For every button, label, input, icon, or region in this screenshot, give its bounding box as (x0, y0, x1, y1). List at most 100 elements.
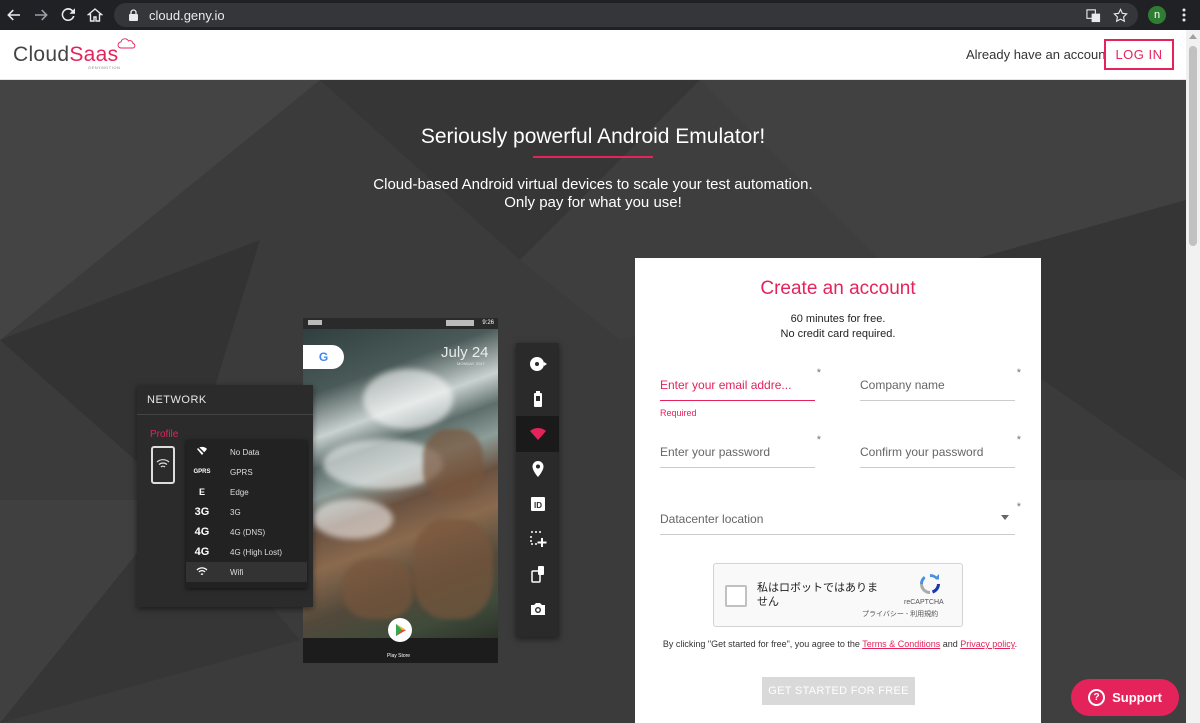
login-button[interactable]: LOG IN (1104, 39, 1174, 70)
required-star: * (816, 367, 821, 379)
address-bar[interactable]: cloud.geny.io (114, 3, 1138, 27)
multitouch-icon[interactable] (516, 521, 559, 557)
phone-outline-icon (151, 446, 175, 484)
network-item-wifi[interactable]: Wifi (186, 562, 307, 582)
privacy-link[interactable]: Privacy policy (960, 639, 1014, 649)
hero-section: Seriously powerful Android Emulator! Clo… (0, 80, 1186, 723)
network-profile-label: Profile (150, 429, 179, 440)
datacenter-select[interactable]: * (660, 501, 1021, 535)
email-field: * (660, 367, 821, 401)
get-started-button[interactable]: GET STARTED FOR FREE (762, 677, 915, 705)
play-store-icon (388, 618, 412, 642)
company-input[interactable] (860, 375, 1015, 395)
email-input[interactable] (660, 375, 815, 395)
network-item-label: Edge (230, 487, 249, 497)
home-icon[interactable] (82, 2, 108, 28)
signup-subtitle-line1: 60 minutes for free. (790, 313, 886, 325)
terms-and: and (940, 639, 961, 649)
scroll-thumb[interactable] (1189, 46, 1197, 246)
password-input[interactable] (660, 442, 815, 462)
hero-subtitle-line1: Cloud-based Android virtual devices to s… (373, 176, 813, 193)
network-item-code: 4G (194, 546, 210, 558)
network-item-label: 3G (230, 507, 241, 517)
network-panel: NETWORK Profile No Data GPRS GPRS E Edge… (137, 385, 313, 607)
network-item-code: 4G (194, 526, 210, 538)
required-star: * (816, 434, 821, 446)
logo-saas-text: Saas (69, 43, 119, 66)
translate-icon[interactable] (1086, 8, 1101, 23)
logo-subtitle: GENYMOTION (88, 65, 121, 70)
forward-icon[interactable] (28, 2, 54, 28)
status-right-icons (446, 320, 474, 326)
scroll-up-icon[interactable] (1189, 34, 1197, 39)
network-item-3g[interactable]: 3G 3G (186, 502, 307, 522)
network-item-edge[interactable]: E Edge (186, 482, 307, 502)
email-required-message: Required (660, 408, 697, 418)
network-item-no-data[interactable]: No Data (186, 442, 307, 462)
camera-icon[interactable] (516, 591, 559, 627)
datacenter-input[interactable] (660, 509, 1015, 529)
help-icon: ? (1088, 689, 1106, 706)
site-header: CloudSaas GENYMOTION Already have an acc… (0, 30, 1186, 80)
wifi-icon (156, 459, 170, 468)
network-panel-title: NETWORK (147, 394, 207, 406)
star-icon[interactable] (1113, 7, 1128, 23)
rotate-device-icon[interactable] (516, 556, 559, 592)
recaptcha-checkbox[interactable] (725, 585, 747, 607)
network-item-gprs[interactable]: GPRS GPRS (186, 462, 307, 482)
phone-mockup: 9:26 G July 24 MONDAY, 2017 Play Store (303, 318, 498, 663)
gps-location-icon[interactable] (516, 451, 559, 487)
phone-status-bar: 9:26 (303, 318, 498, 329)
browser-toolbar: cloud.geny.io n (0, 0, 1200, 30)
logo-cloud-text: Cloud (13, 43, 70, 66)
support-button[interactable]: ? Support (1071, 679, 1179, 716)
terms-prefix: By clicking "Get started for free", you … (662, 639, 863, 649)
phone-time: 9:26 (482, 320, 494, 326)
wifi-icon[interactable] (516, 416, 559, 452)
recaptcha-links[interactable]: プライバシー - 利用規約 (862, 609, 938, 619)
network-item-code: E (198, 487, 205, 497)
network-item-4g-high-lost[interactable]: 4G 4G (High Lost) (186, 542, 307, 562)
hero-subtitle: Cloud-based Android virtual devices to s… (0, 176, 1186, 212)
terms-link[interactable]: Terms & Conditions (862, 639, 940, 649)
hero-underline (533, 156, 653, 158)
signup-subtitle-line2: No credit card required. (780, 328, 896, 340)
network-item-4g-dns[interactable]: 4G 4G (DNS) (186, 522, 307, 542)
network-item-label: No Data (230, 447, 260, 457)
hero-subtitle-line2: Only pay for what you use! (504, 194, 682, 211)
recaptcha-label: 私はロボットではありません (757, 582, 878, 608)
capture-icon[interactable] (516, 346, 559, 382)
recaptcha-logo-icon (920, 573, 940, 594)
already-account-text: Already have an account? (966, 47, 1117, 62)
network-item-label: Wifi (230, 567, 244, 577)
network-item-code: 3G (194, 506, 210, 518)
page-scrollbar[interactable] (1186, 30, 1200, 723)
emulator-toolbar: ID (516, 343, 559, 637)
signup-subtitle: 60 minutes for free. No credit card requ… (635, 312, 1041, 342)
lock-icon (129, 9, 138, 21)
battery-icon[interactable] (516, 381, 559, 417)
reload-icon[interactable] (55, 2, 81, 28)
network-divider (137, 414, 313, 415)
terms-suffix: . (1014, 639, 1018, 649)
no-data-icon (186, 446, 218, 458)
back-icon[interactable] (1, 2, 27, 28)
menu-kebab-icon[interactable] (1176, 6, 1192, 24)
chevron-down-icon (1001, 515, 1009, 520)
profile-avatar[interactable]: n (1148, 6, 1166, 24)
network-profile-list: No Data GPRS GPRS E Edge 3G 3G 4G 4G (DN… (186, 440, 307, 588)
google-search-icon: G (303, 345, 344, 369)
network-item-label: 4G (High Lost) (230, 547, 283, 557)
support-label: Support (1112, 690, 1162, 705)
confirm-password-input[interactable] (860, 442, 1015, 462)
device-id-icon[interactable]: ID (516, 486, 559, 522)
network-item-code: GPRS (193, 469, 211, 475)
phone-date-sub: MONDAY, 2017 (457, 361, 485, 366)
hero-title: Seriously powerful Android Emulator! (420, 125, 766, 148)
password-field: * (660, 434, 821, 468)
company-field: * (860, 367, 1021, 401)
required-star: * (1016, 501, 1021, 513)
confirm-password-field: * (860, 434, 1021, 468)
signup-title: Create an account (760, 278, 916, 299)
cloudsaas-logo[interactable]: CloudSaas (13, 43, 118, 67)
